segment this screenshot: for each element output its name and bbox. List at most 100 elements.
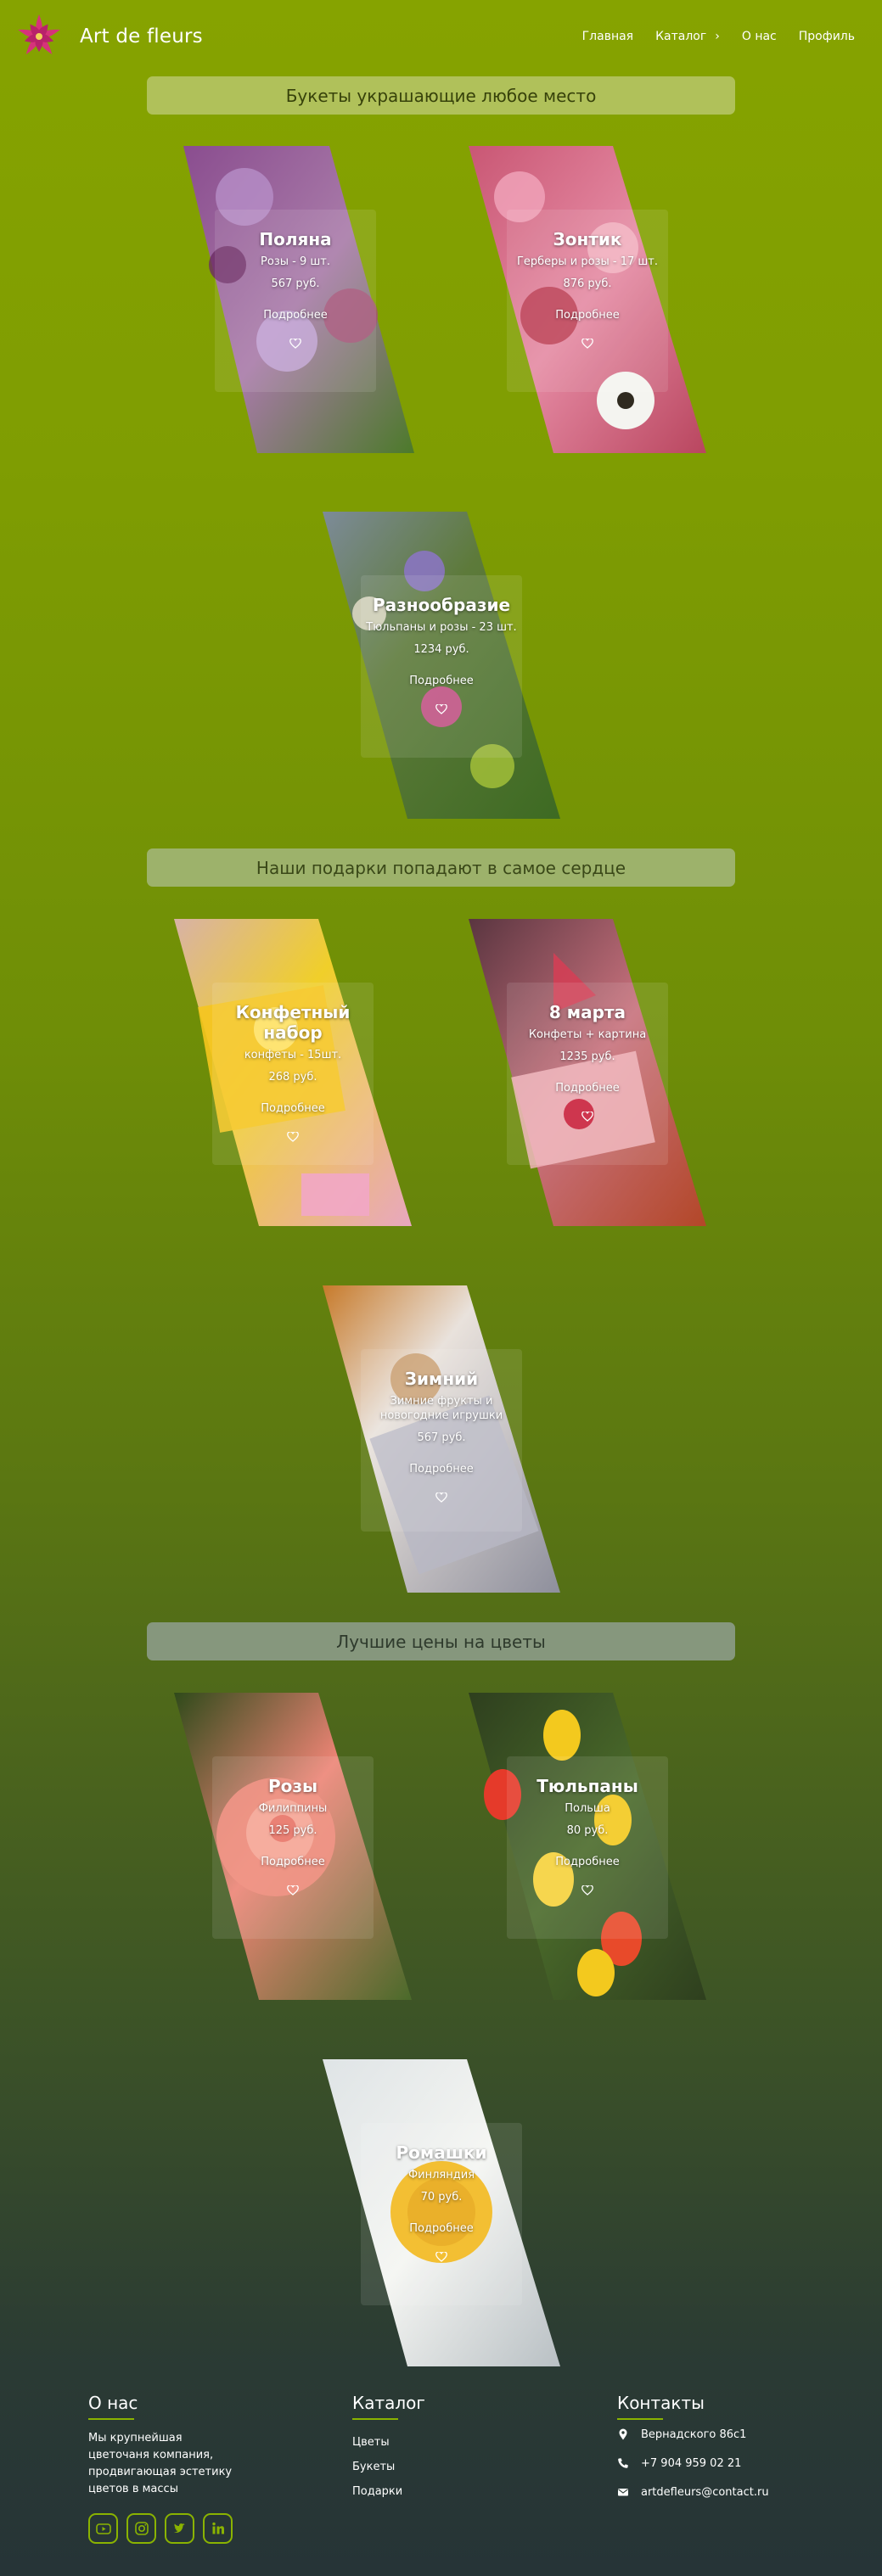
brand[interactable]: Art de fleurs bbox=[15, 13, 203, 60]
heart-icon[interactable] bbox=[581, 1885, 593, 1896]
footer-catalog-links: Цветы Букеты Подарки bbox=[352, 2430, 522, 2504]
card-description: Герберы и розы - 17 шт. bbox=[516, 255, 659, 268]
heart-icon[interactable] bbox=[435, 704, 447, 714]
twitter-button[interactable] bbox=[165, 2513, 194, 2544]
footer-about-title: О нас bbox=[88, 2393, 138, 2413]
card-info: Розы Филиппины 125 руб. Подробнее bbox=[208, 1776, 378, 1896]
nav-profile[interactable]: Профиль bbox=[799, 30, 855, 43]
card-description: Тюльпаны и розы - 23 шт. bbox=[366, 621, 517, 634]
linkedin-button[interactable] bbox=[203, 2513, 233, 2544]
heart-icon[interactable] bbox=[581, 339, 593, 349]
footer-catalog: Каталог Цветы Букеты Подарки bbox=[352, 2393, 522, 2504]
card-info: Зонтик Герберы и розы - 17 шт. 876 руб. … bbox=[503, 229, 672, 349]
product-card-rozy[interactable]: Розы Филиппины 125 руб. Подробнее bbox=[174, 1693, 412, 2000]
card-description: Финляндия bbox=[407, 2169, 475, 2181]
card-info: Тюльпаны Польша 80 руб. Подробнее bbox=[503, 1776, 672, 1896]
location-pin-icon bbox=[619, 2428, 627, 2440]
card-price: 80 руб. bbox=[566, 1824, 609, 1837]
footer-link-gifts[interactable]: Подарки bbox=[352, 2479, 522, 2504]
more-link[interactable]: Подробнее bbox=[409, 1463, 473, 1476]
product-card-8-marta[interactable]: 8 марта Конфеты + картина 1235 руб. Подр… bbox=[469, 919, 706, 1226]
brand-name: Art de fleurs bbox=[80, 25, 203, 48]
contact-email[interactable]: artdefleurs@contact.ru bbox=[617, 2478, 855, 2506]
heart-icon[interactable] bbox=[581, 1112, 593, 1122]
contact-email-text: artdefleurs@contact.ru bbox=[641, 2485, 769, 2499]
more-link[interactable]: Подробнее bbox=[261, 1102, 324, 1115]
card-price: 1235 руб. bbox=[559, 1050, 615, 1063]
section-title-prices: Лучшие цены на цветы bbox=[147, 1622, 735, 1660]
card-info: Разнообразие Тюльпаны и розы - 23 шт. 12… bbox=[357, 595, 526, 714]
section-title-bouquets: Букеты украшающие любое место bbox=[147, 76, 735, 115]
footer-contacts-title: Контакты bbox=[617, 2393, 705, 2413]
card-description: Филиппины bbox=[258, 1802, 328, 1815]
card-info: Поляна Розы - 9 шт. 567 руб. Подробнее bbox=[211, 229, 380, 349]
contact-phone-text: +7 904 959 02 21 bbox=[641, 2456, 742, 2470]
card-title: Разнообразие bbox=[372, 595, 511, 615]
more-link[interactable]: Подробнее bbox=[263, 309, 327, 322]
more-link[interactable]: Подробнее bbox=[261, 1856, 324, 1868]
footer-link-flowers[interactable]: Цветы bbox=[352, 2430, 522, 2455]
twitter-icon bbox=[173, 2523, 185, 2533]
card-title: Поляна bbox=[259, 229, 332, 249]
card-price: 125 руб. bbox=[268, 1824, 317, 1837]
nav-catalog-label: Каталог bbox=[655, 30, 707, 43]
card-info: Ромашки Финляндия 70 руб. Подробнее bbox=[357, 2142, 526, 2262]
chevron-right-icon: › bbox=[715, 30, 720, 43]
youtube-button[interactable] bbox=[88, 2513, 118, 2544]
youtube-icon bbox=[95, 2523, 111, 2534]
envelope-icon bbox=[618, 2489, 628, 2496]
card-info: Зимний Зимние фрукты и новогодние игрушк… bbox=[357, 1369, 526, 1503]
contact-address: Вернадского 86с1 bbox=[617, 2420, 855, 2449]
card-price: 876 руб. bbox=[563, 277, 612, 290]
card-price: 567 руб. bbox=[417, 1431, 466, 1444]
linkedin-icon bbox=[211, 2522, 224, 2534]
more-link[interactable]: Подробнее bbox=[555, 1082, 619, 1095]
more-link[interactable]: Подробнее bbox=[555, 1856, 619, 1868]
card-title: Зимний bbox=[404, 1369, 479, 1389]
more-link[interactable]: Подробнее bbox=[555, 309, 619, 322]
social-links bbox=[88, 2513, 233, 2544]
product-card-konfetnyi-nabor[interactable]: Конфетный набор конфеты - 15шт. 268 руб.… bbox=[174, 919, 412, 1226]
product-card-zontik[interactable]: Зонтик Герберы и розы - 17 шт. 876 руб. … bbox=[469, 146, 706, 453]
main-nav: Главная Каталог › О нас Профиль bbox=[582, 30, 855, 43]
heart-icon[interactable] bbox=[435, 2252, 447, 2262]
footer-contacts: Контакты Вернадского 86с1 +7 904 959 02 … bbox=[617, 2393, 855, 2506]
more-link[interactable]: Подробнее bbox=[409, 2222, 473, 2235]
heart-icon[interactable] bbox=[289, 339, 301, 349]
card-title: Зонтик bbox=[553, 229, 622, 249]
card-price: 567 руб. bbox=[271, 277, 320, 290]
heart-icon[interactable] bbox=[435, 1492, 447, 1503]
section-title-gifts: Наши подарки попадают в самое сердце bbox=[147, 848, 735, 887]
product-card-tyulpany[interactable]: Тюльпаны Польша 80 руб. Подробнее bbox=[469, 1693, 706, 2000]
card-price: 70 руб. bbox=[420, 2191, 463, 2204]
card-description: Розы - 9 шт. bbox=[261, 255, 330, 268]
nav-catalog[interactable]: Каталог › bbox=[655, 30, 720, 43]
nav-home[interactable]: Главная bbox=[582, 30, 633, 43]
footer-catalog-title: Каталог bbox=[352, 2393, 425, 2413]
card-price: 268 руб. bbox=[268, 1071, 317, 1084]
contact-address-text: Вернадского 86с1 bbox=[641, 2428, 747, 2441]
heart-icon[interactable] bbox=[287, 1885, 299, 1896]
card-price: 1234 руб. bbox=[413, 643, 469, 656]
card-description: Зимние фрукты и новогодние игрушки bbox=[379, 1395, 503, 1422]
card-description: Польша bbox=[565, 1802, 610, 1815]
contact-phone[interactable]: +7 904 959 02 21 bbox=[617, 2449, 855, 2478]
card-title: Ромашки bbox=[396, 2142, 487, 2163]
product-card-romashki[interactable]: Ромашки Финляндия 70 руб. Подробнее bbox=[323, 2059, 560, 2366]
footer-underline bbox=[88, 2418, 134, 2420]
footer-about: О нас Мы крупнейшая цветочаня компания, … bbox=[88, 2393, 233, 2544]
footer-link-bouquets[interactable]: Букеты bbox=[352, 2455, 522, 2479]
instagram-button[interactable] bbox=[126, 2513, 156, 2544]
more-link[interactable]: Подробнее bbox=[409, 675, 473, 687]
heart-icon[interactable] bbox=[287, 1132, 299, 1142]
product-card-raznoobrazie[interactable]: Разнообразие Тюльпаны и розы - 23 шт. 12… bbox=[323, 512, 560, 819]
card-title: Конфетный набор bbox=[235, 1002, 351, 1043]
card-title: Розы bbox=[267, 1776, 318, 1796]
nav-about[interactable]: О нас bbox=[742, 30, 777, 43]
product-card-polyana[interactable]: Поляна Розы - 9 шт. 567 руб. Подробнее bbox=[177, 146, 414, 453]
phone-icon bbox=[618, 2458, 628, 2468]
footer-about-text: Мы крупнейшая цветочаня компания, продви… bbox=[88, 2432, 233, 2495]
card-title: Тюльпаны bbox=[537, 1776, 638, 1796]
product-card-zimnii[interactable]: Зимний Зимние фрукты и новогодние игрушк… bbox=[323, 1285, 560, 1593]
card-description: конфеты - 15шт. bbox=[244, 1049, 342, 1061]
